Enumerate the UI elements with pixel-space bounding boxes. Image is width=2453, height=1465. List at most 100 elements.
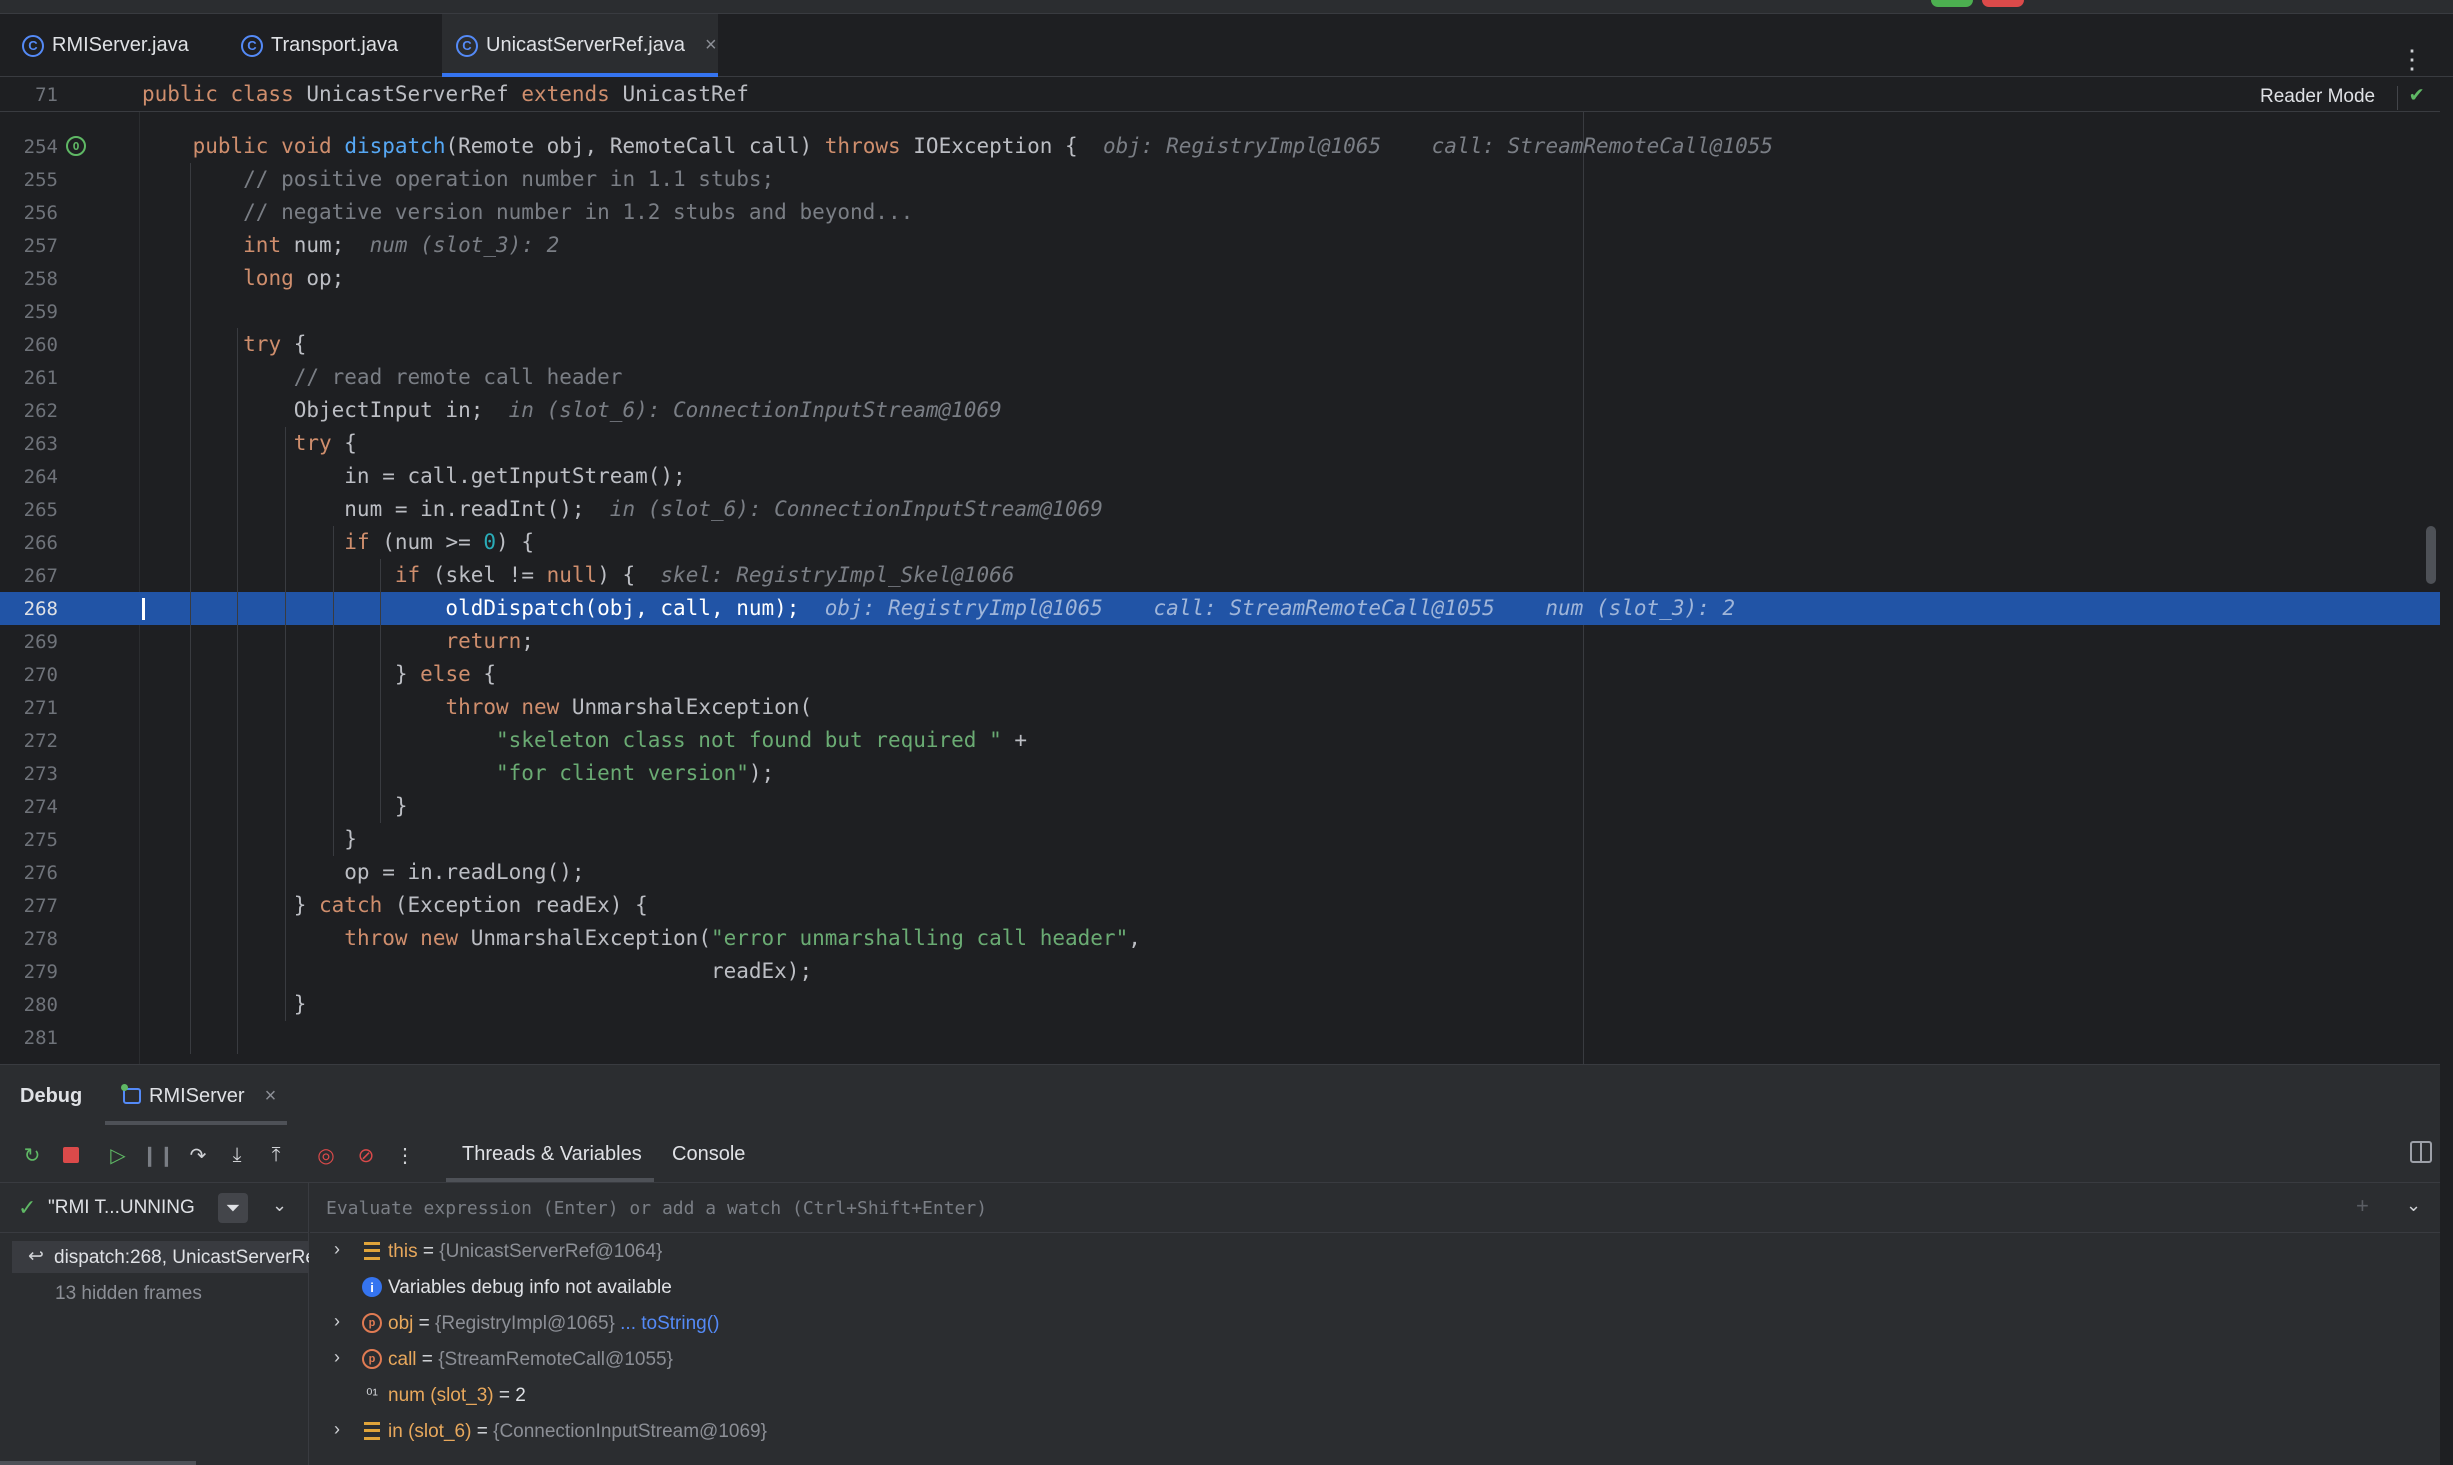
rerun-icon[interactable]: ↻ (20, 1143, 44, 1167)
line-number[interactable]: 276 (0, 862, 58, 884)
line-number[interactable]: 257 (0, 235, 58, 257)
chevron-right-icon[interactable]: › (334, 1239, 340, 1260)
variable-row[interactable]: › in (slot_6) = {ConnectionInputStream@10… (310, 1413, 2440, 1449)
code-line[interactable]: 256 // negative version number in 1.2 st… (0, 196, 2440, 229)
chevron-right-icon[interactable]: › (334, 1311, 340, 1332)
code-line[interactable]: 280 } (0, 988, 2440, 1021)
reader-mode-button[interactable]: Reader Mode (2260, 86, 2375, 108)
code-line[interactable]: 259 (0, 295, 2440, 328)
variable-row[interactable]: › this = {UnicastServerRef@1064} (310, 1233, 2440, 1269)
debug-session-tab[interactable]: RMIServer × (105, 1065, 287, 1127)
code-line[interactable]: 275 } (0, 823, 2440, 856)
line-number[interactable]: 264 (0, 466, 58, 488)
line-number[interactable]: 271 (0, 697, 58, 719)
line-number[interactable]: 277 (0, 895, 58, 917)
code-line[interactable]: 278 throw new UnmarshalException("error … (0, 922, 2440, 955)
resume-icon[interactable]: ▷ (106, 1143, 130, 1167)
line-number[interactable]: 268 (0, 598, 58, 620)
code-line[interactable]: 258 long op; (0, 262, 2440, 295)
step-into-icon[interactable]: ⤓ (225, 1143, 249, 1167)
view-breakpoints-icon[interactable]: ◎ (314, 1143, 338, 1167)
line-number[interactable]: 261 (0, 367, 58, 389)
inspection-ok-icon[interactable]: ✔ (2410, 82, 2423, 107)
thread-selector[interactable]: ✓ "RMI T...UNNING ⏷ ⌄ (0, 1183, 309, 1233)
implements-method-icon[interactable]: O (66, 136, 86, 156)
evaluate-expression-input[interactable] (326, 1191, 2226, 1225)
code-line[interactable]: 271 throw new UnmarshalException( (0, 691, 2440, 724)
line-number[interactable]: 265 (0, 499, 58, 521)
code-line[interactable]: 273 "for client version"); (0, 757, 2440, 790)
code-line[interactable]: 266 if (num >= 0) { (0, 526, 2440, 559)
chevron-down-icon[interactable]: ⌄ (2406, 1195, 2421, 1216)
code-line[interactable]: 274 } (0, 790, 2440, 823)
line-number[interactable]: 260 (0, 334, 58, 356)
line-number[interactable]: 278 (0, 928, 58, 950)
line-number[interactable]: 254 (0, 136, 58, 158)
variable-row[interactable]: i Variables debug info not available (310, 1269, 2440, 1305)
tab-unicastserverref[interactable]: C UnicastServerRef.java × (442, 14, 718, 77)
code-line[interactable]: 279 readEx); (0, 955, 2440, 988)
tab-threads-variables[interactable]: Threads & Variables (462, 1143, 642, 1166)
tab-rmiserver[interactable]: C RMIServer.java (0, 14, 220, 77)
window-control-green[interactable] (1931, 0, 1973, 7)
code-line[interactable]: 281 (0, 1021, 2440, 1054)
code-line[interactable]: 262 ObjectInput in; in (slot_6): Connect… (0, 394, 2440, 427)
tab-console[interactable]: Console (672, 1143, 745, 1166)
line-number[interactable]: 255 (0, 169, 58, 191)
stack-frame-row[interactable]: ↩ dispatch:268, UnicastServerRef (12, 1241, 309, 1273)
line-number[interactable]: 258 (0, 268, 58, 290)
line-number[interactable]: 274 (0, 796, 58, 818)
close-tab-icon[interactable]: × (705, 34, 717, 57)
more-options-icon[interactable]: ⋮ (2399, 44, 2425, 75)
pause-icon[interactable]: ❙❙ (141, 1143, 175, 1167)
code-line[interactable]: 254 public void dispatch(Remote obj, Rem… (0, 130, 2440, 163)
line-number[interactable]: 270 (0, 664, 58, 686)
line-number[interactable]: 259 (0, 301, 58, 323)
code-line[interactable]: 257 int num; num (slot_3): 2 (0, 229, 2440, 262)
code-line[interactable]: 269 return; (0, 625, 2440, 658)
more-actions-icon[interactable]: ⋮ (393, 1143, 417, 1167)
line-number[interactable]: 279 (0, 961, 58, 983)
add-watch-icon[interactable]: + (2356, 1193, 2369, 1219)
stop-icon[interactable] (59, 1143, 83, 1167)
line-number[interactable]: 256 (0, 202, 58, 224)
mute-breakpoints-icon[interactable]: ⊘ (354, 1143, 378, 1167)
layout-settings-icon[interactable] (2410, 1141, 2432, 1163)
line-number[interactable]: 266 (0, 532, 58, 554)
code-line[interactable]: 265 num = in.readInt(); in (slot_6): Con… (0, 493, 2440, 526)
code-line[interactable]: 267 if (skel != null) { skel: RegistryIm… (0, 559, 2440, 592)
code-line[interactable]: 260 try { (0, 328, 2440, 361)
line-number[interactable]: 269 (0, 631, 58, 653)
chevron-down-icon[interactable]: ⌄ (272, 1195, 287, 1216)
line-number[interactable]: 272 (0, 730, 58, 752)
code-line[interactable]: 263 try { (0, 427, 2440, 460)
line-number[interactable]: 275 (0, 829, 58, 851)
code-editor[interactable]: 71 public class UnicastServerRef extends… (0, 78, 2440, 1064)
variable-row[interactable]: › p obj = {RegistryImpl@1065} ... toString… (310, 1305, 2440, 1341)
code-line[interactable]: 276 op = in.readLong(); (0, 856, 2440, 889)
line-number[interactable]: 267 (0, 565, 58, 587)
code-line[interactable]: 272 "skeleton class not found but requir… (0, 724, 2440, 757)
thread-label[interactable]: "RMI T...UNNING (48, 1197, 195, 1219)
close-session-icon[interactable]: × (265, 1085, 277, 1108)
code-line[interactable]: 255 // positive operation number in 1.1 … (0, 163, 2440, 196)
line-number[interactable]: 262 (0, 400, 58, 422)
chevron-right-icon[interactable]: › (334, 1419, 340, 1440)
editor-scrollbar[interactable] (2426, 526, 2436, 584)
hidden-frames-link[interactable]: 13 hidden frames (55, 1283, 202, 1305)
tostring-link[interactable]: ... toString() (620, 1313, 719, 1334)
filter-icon[interactable]: ⏷ (218, 1193, 248, 1223)
code-line[interactable]: 277 } catch (Exception readEx) { (0, 889, 2440, 922)
code-line[interactable]: 264 in = call.getInputStream(); (0, 460, 2440, 493)
line-number[interactable]: 263 (0, 433, 58, 455)
window-control-red[interactable] (1982, 0, 2024, 7)
variable-row[interactable]: › p call = {StreamRemoteCall@1055} (310, 1341, 2440, 1377)
line-number[interactable]: 273 (0, 763, 58, 785)
code-line[interactable]: 270 } else { (0, 658, 2440, 691)
variable-row[interactable]: ⁰¹ num (slot_3) = 2 (310, 1377, 2440, 1413)
line-number[interactable]: 281 (0, 1027, 58, 1049)
current-execution-line[interactable]: 268 oldDispatch(obj, call, num); obj: Re… (0, 592, 2440, 625)
code-line[interactable]: 261 // read remote call header (0, 361, 2440, 394)
line-number[interactable]: 280 (0, 994, 58, 1016)
frames-scrollbar[interactable] (0, 1461, 196, 1465)
